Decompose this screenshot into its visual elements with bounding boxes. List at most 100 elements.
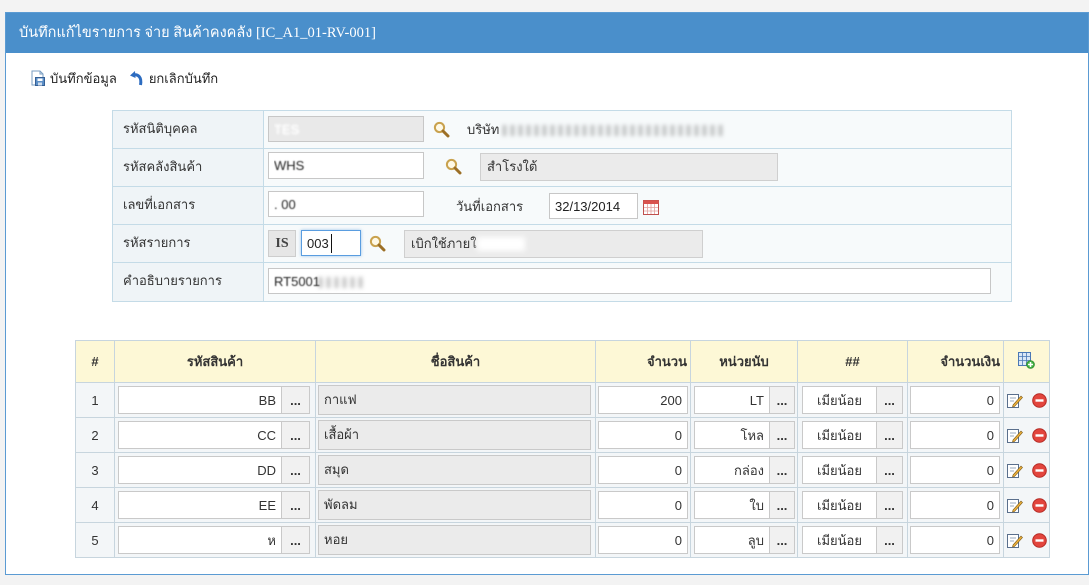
table-row: 1... กาแฟ......	[75, 382, 1050, 418]
warehouse-code-input[interactable]	[268, 152, 424, 179]
add-row-icon[interactable]	[1018, 351, 1035, 369]
transaction-name-field: เบิกใช้ภายใ	[404, 230, 703, 258]
search-icon[interactable]	[445, 158, 462, 175]
quantity-input[interactable]	[598, 421, 688, 449]
unit-browse-button[interactable]: ...	[770, 386, 795, 414]
product-code-input[interactable]	[118, 456, 282, 484]
unit-browse-button[interactable]: ...	[770, 491, 795, 519]
quantity-input[interactable]	[598, 456, 688, 484]
transaction-name-text: เบิกใช้ภายใ	[411, 236, 477, 251]
delete-icon[interactable]	[1032, 532, 1047, 548]
amount-input[interactable]	[910, 386, 1000, 414]
product-browse-button[interactable]: ...	[282, 386, 310, 414]
product-name-cell: พัดลม	[315, 487, 596, 523]
extra-browse-button[interactable]: ...	[877, 421, 903, 449]
form-row-warehouse: รหัสคลังสินค้า สำโรงใต้	[113, 149, 1011, 187]
extra-input[interactable]	[802, 456, 877, 484]
row-number: 2	[75, 417, 115, 453]
transaction-code-label: รหัสรายการ	[113, 225, 264, 262]
quantity-input[interactable]	[598, 491, 688, 519]
product-code-input[interactable]	[118, 491, 282, 519]
col-header-no: #	[75, 340, 115, 383]
product-browse-button[interactable]: ...	[282, 491, 310, 519]
row-number: 5	[75, 522, 115, 558]
extra-input[interactable]	[802, 421, 877, 449]
row-actions-cell	[1003, 487, 1050, 523]
product-name-field: พัดลม	[318, 490, 591, 520]
extra-input[interactable]	[802, 491, 877, 519]
extra-input[interactable]	[802, 526, 877, 554]
unit-input[interactable]	[694, 456, 770, 484]
unit-cell: ...	[690, 417, 798, 453]
table-row: 4... พัดลม......	[75, 487, 1050, 523]
delete-icon[interactable]	[1032, 427, 1047, 443]
product-browse-button[interactable]: ...	[282, 456, 310, 484]
unit-browse-button[interactable]: ...	[770, 526, 795, 554]
delete-icon[interactable]	[1032, 462, 1047, 478]
product-name-cell: กาแฟ	[315, 382, 596, 418]
product-code-cell: ...	[114, 487, 316, 523]
quantity-cell	[595, 417, 691, 453]
quantity-input[interactable]	[598, 386, 688, 414]
company-name: บริษัท	[467, 121, 726, 139]
product-code-input[interactable]	[118, 526, 282, 554]
unit-input[interactable]	[694, 386, 770, 414]
extra-browse-button[interactable]: ...	[877, 456, 903, 484]
redacted-text	[476, 237, 525, 251]
amount-cell	[907, 452, 1004, 488]
product-code-input[interactable]	[118, 386, 282, 414]
quantity-input[interactable]	[598, 526, 688, 554]
calendar-icon[interactable]	[643, 199, 659, 215]
product-name-cell: หอย	[315, 522, 596, 558]
document-date-input[interactable]	[549, 193, 638, 219]
row-number: 4	[75, 487, 115, 523]
edit-icon[interactable]	[1006, 532, 1023, 549]
save-button[interactable]: บันทึกข้อมูล	[30, 68, 117, 89]
header-form: รหัสนิติบุคคล บริษัท รหัสคลังสินค้า สำโร…	[112, 110, 1012, 302]
product-browse-button[interactable]: ...	[282, 421, 310, 449]
cancel-button[interactable]: ยกเลิกบันทึก	[129, 68, 218, 89]
extra-cell: ...	[797, 452, 908, 488]
unit-cell: ...	[690, 522, 798, 558]
unit-input[interactable]	[694, 491, 770, 519]
document-number-label: เลขที่เอกสาร	[113, 187, 264, 224]
company-name-text: บริษัท	[467, 122, 500, 137]
delete-icon[interactable]	[1032, 497, 1047, 513]
unit-browse-button[interactable]: ...	[770, 456, 795, 484]
extra-input[interactable]	[802, 386, 877, 414]
form-row-transaction: รหัสรายการ IS เบิกใช้ภายใ	[113, 225, 1011, 263]
product-browse-button[interactable]: ...	[282, 526, 310, 554]
amount-input[interactable]	[910, 491, 1000, 519]
extra-browse-button[interactable]: ...	[877, 526, 903, 554]
unit-input[interactable]	[694, 421, 770, 449]
product-name-field: กาแฟ	[318, 385, 591, 415]
extra-browse-button[interactable]: ...	[877, 491, 903, 519]
extra-cell: ...	[797, 417, 908, 453]
product-name-cell: สมุด	[315, 452, 596, 488]
edit-icon[interactable]	[1006, 427, 1023, 444]
col-header-name: ชื่อสินค้า	[315, 340, 596, 383]
amount-input[interactable]	[910, 421, 1000, 449]
quantity-cell	[595, 522, 691, 558]
edit-icon[interactable]	[1006, 497, 1023, 514]
unit-input[interactable]	[694, 526, 770, 554]
delete-icon[interactable]	[1032, 392, 1047, 408]
warehouse-name-field: สำโรงใต้	[480, 153, 778, 181]
document-number-input[interactable]	[268, 191, 424, 217]
col-header-actions	[1003, 340, 1050, 383]
edit-icon[interactable]	[1006, 392, 1023, 409]
product-name-field: หอย	[318, 525, 591, 555]
description-input[interactable]	[268, 268, 991, 294]
amount-input[interactable]	[910, 526, 1000, 554]
col-header-extra: ##	[797, 340, 908, 383]
search-icon[interactable]	[369, 235, 386, 252]
row-actions-cell	[1003, 417, 1050, 453]
unit-browse-button[interactable]: ...	[770, 421, 795, 449]
amount-input[interactable]	[910, 456, 1000, 484]
unit-cell: ...	[690, 382, 798, 418]
extra-browse-button[interactable]: ...	[877, 386, 903, 414]
product-code-input[interactable]	[118, 421, 282, 449]
col-header-code: รหัสสินค้า	[114, 340, 316, 383]
search-icon[interactable]	[433, 121, 450, 138]
edit-icon[interactable]	[1006, 462, 1023, 479]
